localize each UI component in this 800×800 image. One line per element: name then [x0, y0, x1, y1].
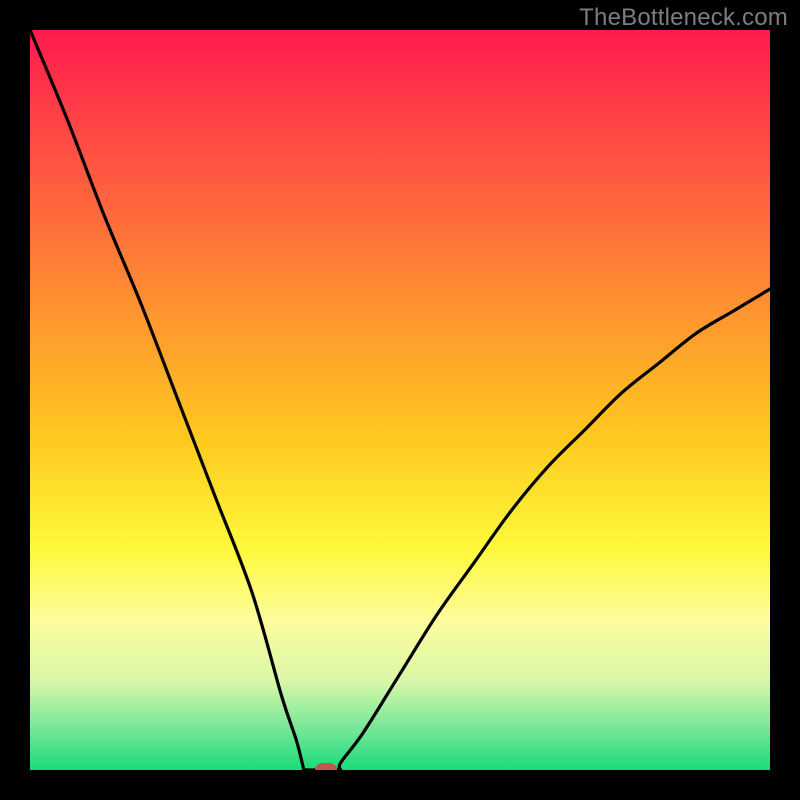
plot-area [30, 30, 770, 770]
watermark-text: TheBottleneck.com [579, 4, 788, 32]
chart-frame: TheBottleneck.com [0, 0, 800, 800]
bottleneck-curve [30, 30, 770, 770]
bottleneck-marker [315, 763, 337, 770]
